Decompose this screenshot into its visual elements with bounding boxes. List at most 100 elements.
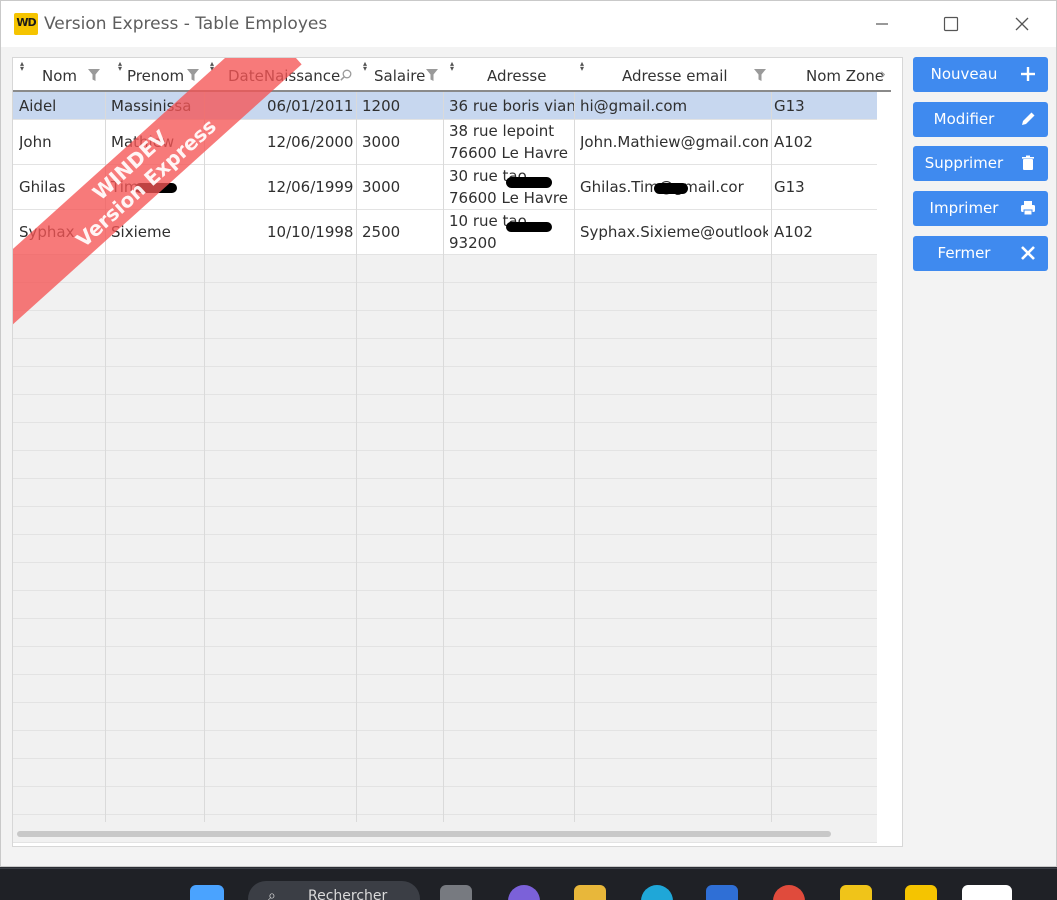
pencil-icon [1022, 112, 1035, 125]
column-label: Prenom [127, 67, 185, 85]
empty-row [13, 759, 877, 787]
close-icon [1021, 246, 1035, 260]
table-row[interactable]: Syphax Sixieme 10/10/1998 2500 10 rue tao 932… [13, 210, 877, 255]
imprimer-label: Imprimer [929, 199, 999, 217]
column-header-adresse[interactable]: ▴ ▾ Adresse [443, 58, 574, 90]
title-bar: WD Version Express - Table Employes [1, 1, 1056, 47]
cell-nom: Aidel [19, 97, 57, 115]
cell-date: 12/06/2000 [267, 133, 354, 151]
column-header-salaire[interactable]: ▴ ▾ Salaire [356, 58, 443, 90]
search-icon: ⌕ [268, 888, 276, 900]
table-row[interactable]: John Mathiew 12/06/2000 3000 38 rue lepoint 7… [13, 120, 877, 165]
column-label: DateNaissance [228, 67, 341, 85]
taskbar-search[interactable]: ⌕ Rechercher [248, 881, 420, 900]
maximize-button[interactable] [928, 9, 974, 39]
filter-icon[interactable] [88, 69, 100, 81]
column-label: Nom [42, 67, 78, 85]
empty-row [13, 703, 877, 731]
task-view-icon[interactable] [440, 885, 472, 900]
empty-row [13, 591, 877, 619]
cell-salaire: 3000 [362, 133, 401, 151]
horizontal-scrollbar[interactable] [17, 831, 831, 837]
empty-row [13, 535, 877, 563]
sort-icon[interactable]: ▴ ▾ [118, 60, 122, 73]
cell-zone: G13 [774, 178, 805, 196]
column-header-datenaissance[interactable]: ▴ ▾ DateNaissance [204, 58, 356, 90]
supprimer-button[interactable]: Supprimer [913, 146, 1048, 181]
empty-row [13, 255, 877, 283]
column-header-prenom[interactable]: ▴ ▾ Prenom [105, 58, 204, 90]
store-icon[interactable] [706, 885, 738, 900]
sort-icon[interactable]: ▴ ▾ [363, 60, 367, 73]
windev-logo-icon: WD [14, 13, 38, 35]
imprimer-button[interactable]: Imprimer [913, 191, 1048, 226]
cell-date: 10/10/1998 [267, 223, 354, 241]
empty-row [13, 479, 877, 507]
start-menu-icon[interactable] [190, 885, 224, 900]
adresse-line2: 93200 [449, 234, 497, 252]
column-label: Adresse [487, 67, 547, 85]
modifier-label: Modifier [933, 110, 995, 128]
close-icon [1015, 17, 1029, 31]
empty-row [13, 563, 877, 591]
supprimer-label: Supprimer [924, 154, 1004, 172]
adresse-line2: 76600 Le Havre [449, 144, 568, 162]
app-window: WD Version Express - Table Employes ▴ ▾ N… [0, 0, 1057, 867]
empty-row [13, 619, 877, 647]
employees-table[interactable]: ▴ ▾ Nom ▴ ▾ Prenom ▴ ▾ DateNaissance ▴ ▾ Sal… [12, 57, 903, 847]
file-explorer-icon[interactable] [574, 885, 606, 900]
modifier-button[interactable]: Modifier [913, 102, 1048, 137]
adresse-line2: 76600 Le Havre [449, 189, 568, 207]
empty-row [13, 395, 877, 423]
empty-row [13, 451, 877, 479]
cell-zone: G13 [774, 97, 805, 115]
empty-row [13, 283, 877, 311]
cell-email: hi@gmail.com [580, 97, 688, 115]
table-body: Aidel Massinissa 06/01/2011 1200 36 rue bori… [13, 92, 877, 843]
windev-app-icon[interactable] [905, 885, 937, 900]
nouveau-button[interactable]: Nouveau [913, 57, 1048, 92]
scroll-right-icon[interactable]: › [880, 65, 886, 83]
active-app-icon[interactable] [962, 885, 1012, 900]
empty-row [13, 311, 877, 339]
sort-icon[interactable]: ▴ ▾ [20, 60, 24, 73]
filter-icon[interactable] [187, 69, 199, 81]
filter-icon[interactable] [754, 69, 766, 81]
empty-row [13, 507, 877, 535]
cell-prenom: Massinissa [111, 97, 192, 115]
column-header-nom-zone[interactable]: Nom Zone [771, 58, 891, 90]
edge-icon[interactable] [641, 885, 673, 900]
empty-row [13, 675, 877, 703]
close-window-button[interactable] [999, 9, 1045, 39]
sort-icon[interactable]: ▴ ▾ [210, 60, 214, 73]
search-icon[interactable] [340, 69, 352, 81]
chrome-icon[interactable] [773, 885, 805, 900]
empty-row [13, 367, 877, 395]
cell-email: John.Mathiew@gmail.com [580, 133, 768, 151]
minimize-button[interactable] [859, 9, 905, 39]
trash-icon [1022, 155, 1034, 170]
column-label: Nom Zone [806, 67, 884, 85]
teams-icon[interactable] [508, 885, 540, 900]
filter-icon[interactable] [426, 69, 438, 81]
column-divider [105, 92, 106, 822]
column-label: Salaire [374, 67, 426, 85]
empty-row [13, 731, 877, 759]
cell-zone: A102 [774, 223, 813, 241]
cell-prenom: Mathiew [111, 133, 175, 151]
table-row[interactable]: Aidel Massinissa 06/01/2011 1200 36 rue bori… [13, 92, 877, 120]
window-title: Version Express - Table Employes [44, 14, 328, 34]
windev-27-icon[interactable] [840, 885, 872, 900]
sort-icon[interactable]: ▴ ▾ [450, 60, 454, 73]
sort-icon[interactable]: ▴ ▾ [580, 60, 584, 73]
redaction-mark [654, 183, 688, 194]
cell-adresse: 38 rue lepoint 76600 Le Havre [449, 120, 568, 164]
column-header-adresse-email[interactable]: ▴ ▾ Adresse email [574, 58, 771, 90]
adresse-line1: 38 rue lepoint [449, 122, 555, 140]
cell-prenom: Sixieme [111, 223, 171, 241]
column-divider [771, 92, 772, 822]
fermer-button[interactable]: Fermer [913, 236, 1048, 271]
column-header-nom[interactable]: ▴ ▾ Nom [13, 58, 105, 90]
empty-row [13, 423, 877, 451]
column-divider [204, 92, 205, 822]
